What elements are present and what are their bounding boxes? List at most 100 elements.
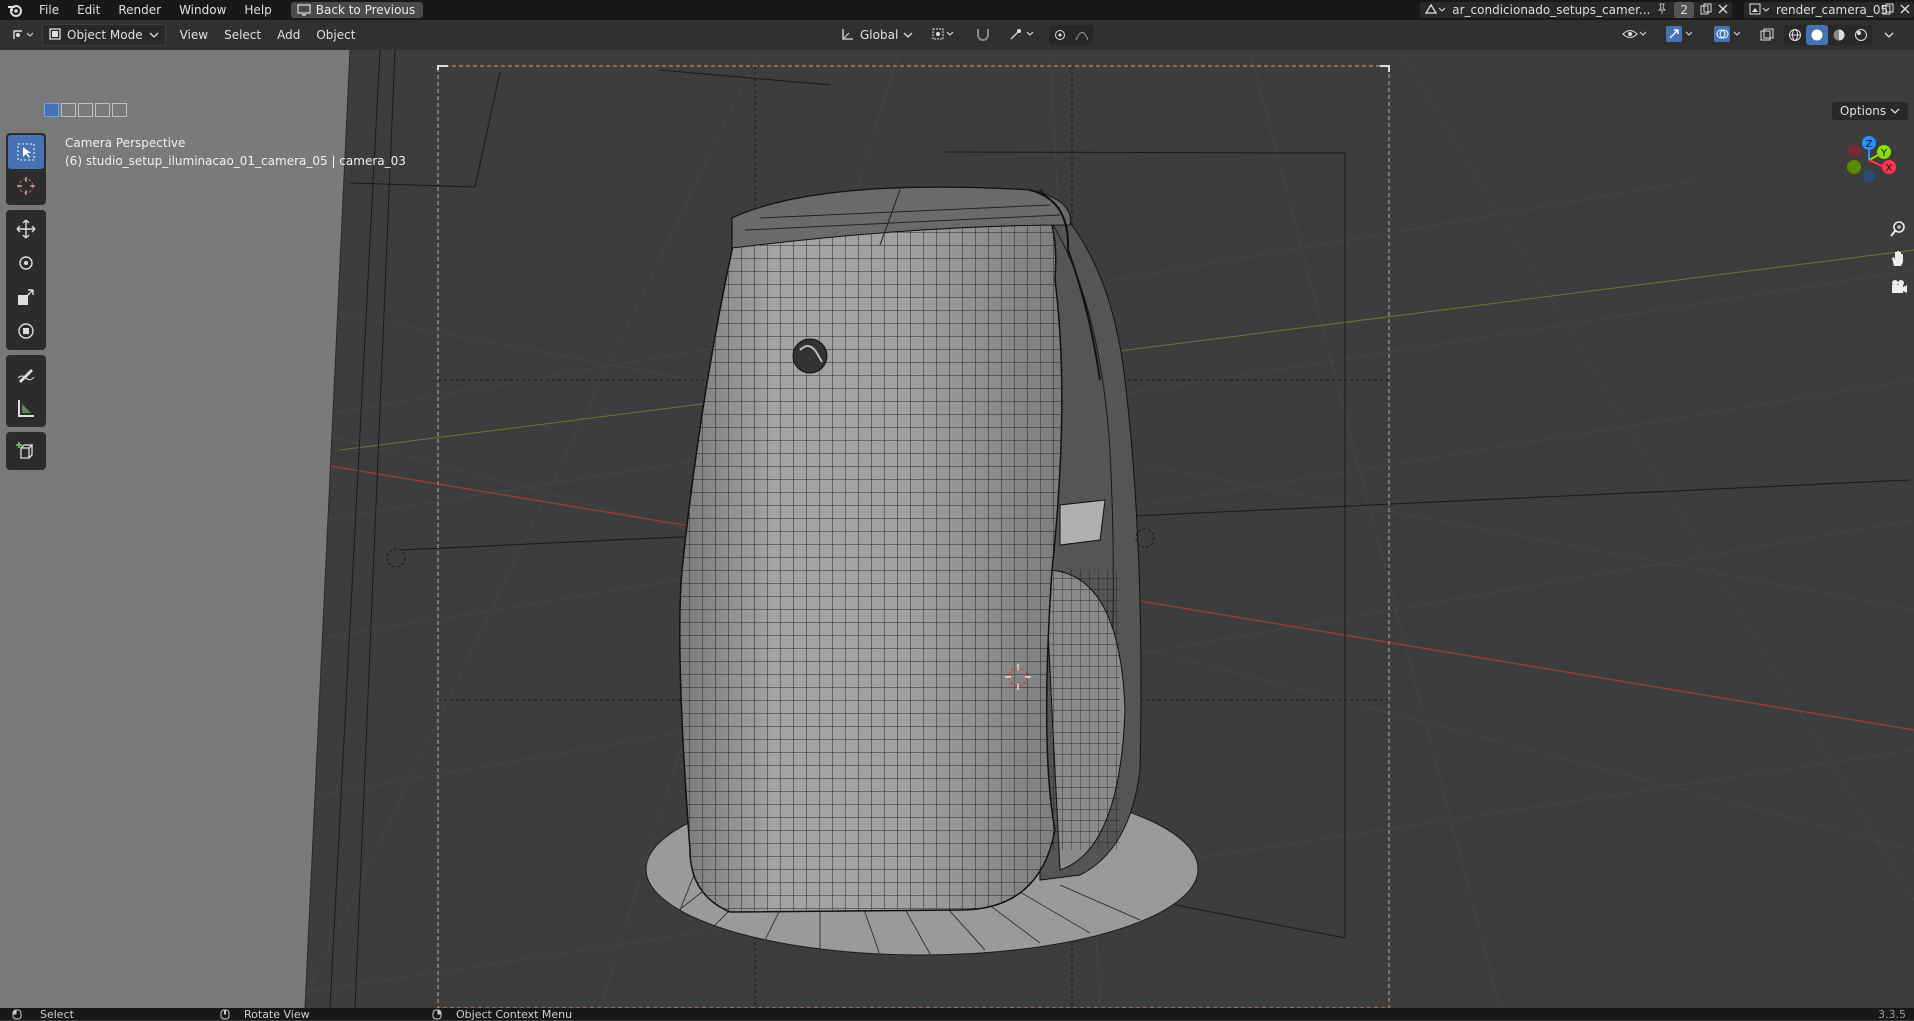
eye-icon — [1622, 27, 1648, 44]
editor-type-button[interactable] — [6, 25, 42, 45]
select-subtract-icon[interactable] — [78, 103, 93, 117]
close-layer-icon[interactable] — [1900, 3, 1910, 17]
select-extend-icon[interactable] — [61, 103, 76, 117]
status-select: Select — [40, 1007, 74, 1021]
3d-viewport[interactable]: Camera Perspective (6) studio_setup_ilum… — [0, 50, 1914, 1008]
proportional-edit-toggle[interactable] — [1049, 25, 1071, 45]
status-context: Object Context Menu — [456, 1007, 573, 1021]
viewport-info: Camera Perspective (6) studio_setup_ilum… — [65, 134, 406, 170]
menu-object[interactable]: Object — [308, 28, 363, 42]
overlays-icon — [1714, 25, 1744, 45]
snap-target-dropdown[interactable] — [1003, 25, 1043, 45]
visibility-dropdown[interactable] — [1616, 25, 1654, 45]
status-bar: Select Rotate View Object Context Menu 3… — [0, 1007, 1914, 1021]
axis-x-label: X — [1886, 163, 1893, 174]
view-layer-name: render_camera_05 — [1776, 3, 1889, 17]
cursor-arrow-icon — [17, 143, 35, 161]
view-name: Camera Perspective — [65, 136, 186, 150]
proportional-editing — [1049, 25, 1094, 45]
duplicate-scene-icon[interactable] — [1700, 3, 1712, 18]
mode-dropdown[interactable]: Object Mode — [42, 24, 166, 46]
measure-tool[interactable] — [8, 391, 44, 425]
select-new-icon[interactable] — [44, 103, 59, 117]
version-label: 3.3.5 — [1878, 1007, 1906, 1021]
mouse-right-icon — [432, 1009, 442, 1019]
navigation-widgets: Z Y X — [1824, 130, 1914, 330]
ruler-icon — [18, 400, 34, 417]
mouse-middle-icon — [220, 1009, 230, 1019]
pivot-icon — [931, 27, 957, 44]
chevron-down-icon — [1890, 108, 1900, 114]
viewport-scene — [0, 50, 1914, 1008]
xray-toggle[interactable] — [1756, 25, 1778, 45]
menu-window[interactable]: Window — [170, 0, 235, 20]
back-label: Back to Previous — [315, 3, 416, 17]
menu-edit[interactable]: Edit — [68, 0, 109, 20]
snap-toggle[interactable] — [969, 25, 997, 45]
select-invert-icon[interactable] — [95, 103, 110, 117]
move-icon — [16, 219, 36, 239]
mode-label: Object Mode — [67, 28, 143, 42]
chevron-down-icon — [149, 28, 159, 42]
top-menu-bar: File Edit Render Window Help Back to Pre… — [0, 0, 1914, 20]
overlays-dropdown[interactable] — [1708, 25, 1750, 45]
cursor-tool[interactable] — [8, 169, 44, 203]
back-to-previous-button[interactable]: Back to Previous — [290, 2, 424, 18]
rendered-shading-icon[interactable] — [1850, 25, 1872, 45]
blender-logo-icon[interactable] — [0, 0, 30, 20]
add-cube-tool[interactable] — [8, 434, 44, 468]
zoom-icon[interactable] — [1889, 220, 1907, 241]
close-scene-icon[interactable] — [1718, 3, 1728, 17]
menu-render[interactable]: Render — [109, 0, 170, 20]
scene-users-count[interactable]: 2 — [1674, 2, 1694, 18]
transform-icon — [18, 323, 34, 339]
axis-z-label: Z — [1866, 139, 1873, 150]
menu-file[interactable]: File — [30, 0, 68, 20]
mouse-left-icon — [12, 1009, 22, 1019]
transform-orientation-dropdown[interactable]: Global — [835, 25, 919, 45]
options-label: Options — [1839, 104, 1887, 118]
move-tool[interactable] — [8, 212, 44, 246]
snap-target-icon — [1009, 27, 1037, 44]
solid-shading-icon[interactable] — [1806, 25, 1828, 45]
scene-icon — [1424, 2, 1446, 19]
wireframe-shading-icon[interactable] — [1784, 25, 1806, 45]
transform-tool[interactable] — [8, 314, 44, 348]
material-preview-icon[interactable] — [1828, 25, 1850, 45]
scale-icon — [18, 289, 34, 305]
rotate-tool[interactable] — [8, 246, 44, 280]
gizmo-dropdown[interactable] — [1660, 25, 1702, 45]
select-intersect-icon[interactable] — [112, 103, 127, 117]
annotate-tool[interactable] — [8, 357, 44, 391]
pivot-point-dropdown[interactable] — [925, 25, 963, 45]
menu-add[interactable]: Add — [269, 28, 308, 42]
pencil-icon — [17, 369, 35, 383]
magnet-icon — [975, 27, 991, 44]
scene-name: ar_condicionado_setups_camer... — [1452, 3, 1651, 17]
options-dropdown[interactable]: Options — [1831, 102, 1908, 120]
scale-tool[interactable] — [8, 280, 44, 314]
3d-cursor-icon — [17, 177, 35, 195]
editor-type-icon — [12, 27, 36, 44]
tool-shelf — [6, 133, 46, 475]
view-layer-selector[interactable]: render_camera_05 — [1744, 2, 1914, 18]
status-rotate: Rotate View — [244, 1007, 310, 1021]
hand-pan-icon[interactable] — [1889, 249, 1907, 270]
select-box-tool[interactable] — [8, 135, 44, 169]
menu-help[interactable]: Help — [235, 0, 280, 20]
collection-info: (6) studio_setup_iluminacao_01_camera_05… — [65, 154, 406, 168]
object-mode-icon — [49, 27, 61, 43]
duplicate-layer-icon[interactable] — [1882, 3, 1894, 18]
orientation-icon — [841, 27, 855, 44]
add-cube-icon — [16, 442, 34, 459]
menu-view[interactable]: View — [172, 28, 216, 42]
axis-y-label: Y — [1880, 148, 1888, 159]
falloff-curve-icon[interactable] — [1071, 25, 1093, 45]
view-layer-icon — [1748, 2, 1770, 19]
shading-options-dropdown[interactable] — [1878, 25, 1900, 45]
pin-icon[interactable] — [1656, 3, 1668, 18]
screen-icon — [297, 4, 311, 16]
scene-selector[interactable]: ar_condicionado_setups_camer... 2 — [1420, 2, 1732, 18]
camera-view-icon[interactable] — [1889, 278, 1909, 299]
menu-select[interactable]: Select — [216, 28, 269, 42]
